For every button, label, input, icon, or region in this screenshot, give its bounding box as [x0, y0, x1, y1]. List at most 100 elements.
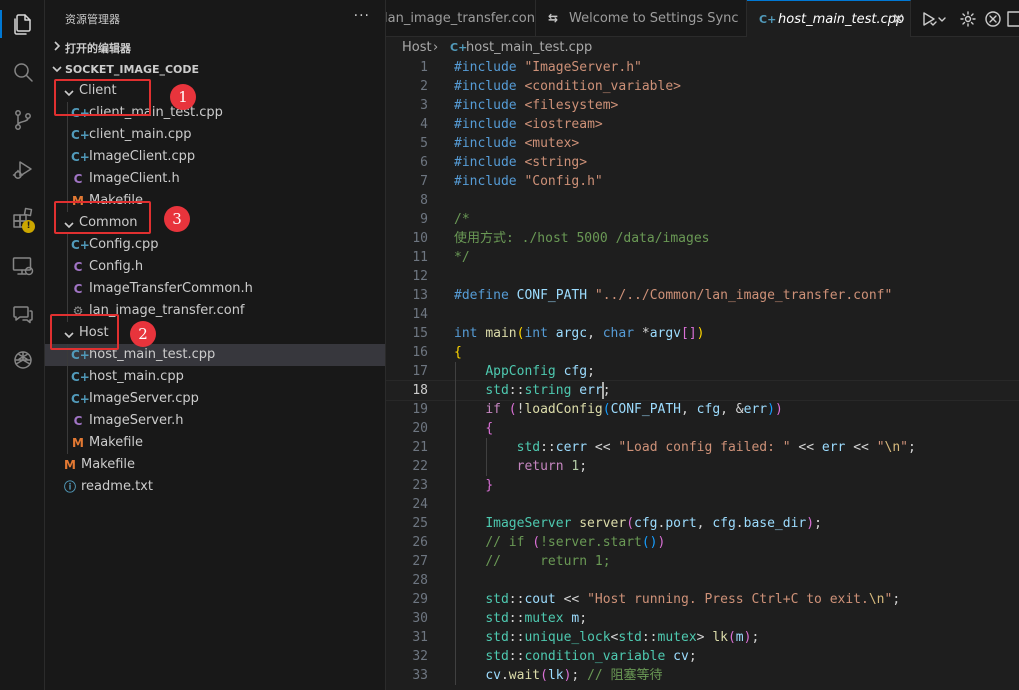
- run-icon[interactable]: [920, 10, 938, 28]
- code-line[interactable]: 26 // if (!server.start()): [386, 533, 1019, 552]
- close-tab-icon[interactable]: ✕: [892, 1, 905, 37]
- code-line[interactable]: 25 ImageServer server(cfg.port, cfg.base…: [386, 514, 1019, 533]
- code-token: "ImageServer.h": [524, 60, 642, 75]
- code-line[interactable]: 1 #include "ImageServer.h": [386, 58, 1019, 77]
- chevron-down-icon[interactable]: [937, 10, 947, 28]
- code-line[interactable]: 18 std::string err;: [386, 380, 1019, 401]
- tree-item-label: Config.cpp: [89, 237, 159, 252]
- code-line[interactable]: 5 #include <mutex>: [386, 134, 1019, 153]
- code-line[interactable]: 8: [386, 191, 1019, 210]
- code-token: ;: [751, 630, 760, 645]
- code-line[interactable]: 23 }: [386, 476, 1019, 495]
- chat-icon[interactable]: [0, 294, 45, 334]
- code-line[interactable]: 3 #include <filesystem>: [386, 96, 1019, 115]
- more-actions-icon[interactable]: ···: [354, 8, 370, 24]
- explorer-icon[interactable]: [0, 4, 45, 44]
- warning-badge-icon: !: [22, 220, 35, 233]
- line-number: 21: [412, 440, 428, 455]
- tree-file[interactable]: C ImageClient.h: [45, 168, 385, 190]
- tree-file[interactable]: C+ client_main.cpp: [45, 124, 385, 146]
- tab-label: lan_image_transfer.conf: [386, 11, 536, 26]
- code-token: // 阻塞等待: [587, 668, 663, 683]
- tree-file[interactable]: C+ ImageClient.cpp: [45, 146, 385, 168]
- code-line[interactable]: 31 std::unique_lock<std::mutex> lk(m);: [386, 628, 1019, 647]
- code-line[interactable]: 15 int main(int argc, char *argv[]): [386, 324, 1019, 343]
- code-line[interactable]: 24: [386, 495, 1019, 514]
- code-token: {: [454, 345, 462, 360]
- code-line[interactable]: 12: [386, 267, 1019, 286]
- code-line[interactable]: 6 #include <string>: [386, 153, 1019, 172]
- code-editor[interactable]: 1 #include "ImageServer.h" 2 #include <cond…: [386, 57, 1019, 690]
- code-line[interactable]: 21 std::cerr << "Load config failed: " <…: [386, 438, 1019, 457]
- code-line[interactable]: 2 #include <condition_variable>: [386, 77, 1019, 96]
- breadcrumb-separator: ›: [433, 40, 439, 55]
- gear-icon[interactable]: [959, 10, 977, 28]
- split-editor-icon[interactable]: [1007, 10, 1019, 28]
- code-text: std::unique_lock<std::mutex> lk(m);: [454, 628, 759, 647]
- code-line[interactable]: 22 return 1;: [386, 457, 1019, 476]
- code-token: err: [821, 440, 854, 455]
- tree-file[interactable]: C ImageTransferCommon.h: [45, 278, 385, 300]
- close-circle-icon[interactable]: [984, 10, 1002, 28]
- code-text: {: [454, 343, 462, 362]
- tree-file[interactable]: C+ host_main.cpp: [45, 366, 385, 388]
- code-line[interactable]: 19 if (!loadConfig(CONF_PATH, cfg, &err)…: [386, 400, 1019, 419]
- line-number: 28: [412, 573, 428, 588]
- code-line[interactable]: 14: [386, 305, 1019, 324]
- code-line[interactable]: 20 {: [386, 419, 1019, 438]
- tree-file[interactable]: C Config.h: [45, 256, 385, 278]
- code-line[interactable]: 29 std::cout << "Host running. Press Ctr…: [386, 590, 1019, 609]
- code-token: int: [454, 326, 486, 341]
- tab-host-main-test-cpp[interactable]: C+ host_main_test.cpp ✕: [747, 0, 911, 37]
- code-token: (: [532, 535, 541, 550]
- tree-file[interactable]: C+ Config.cpp: [45, 234, 385, 256]
- run-debug-icon[interactable]: [0, 150, 45, 190]
- code-line[interactable]: 9 /*: [386, 210, 1019, 229]
- tab-welcome-settings-sync[interactable]: ⇆ Welcome to Settings Sync: [536, 0, 747, 37]
- code-line[interactable]: 33 cv.wait(lk); // 阻塞等待: [386, 666, 1019, 685]
- code-line[interactable]: 27 // return 1;: [386, 552, 1019, 571]
- explorer-title: 资源管理器: [65, 13, 120, 26]
- remote-explorer-icon[interactable]: [0, 246, 45, 286]
- code-token: cfg: [696, 402, 721, 417]
- code-token: #include: [454, 155, 525, 170]
- tree-file[interactable]: C ImageServer.h: [45, 410, 385, 432]
- code-token: lk: [547, 668, 564, 683]
- tree-file[interactable]: M Makefile: [45, 454, 385, 476]
- code-token: CONF_PATH: [610, 402, 682, 417]
- makefile-icon: M: [72, 436, 84, 450]
- code-line[interactable]: 32 std::condition_variable cv;: [386, 647, 1019, 666]
- tab-lan-image-transfer-conf[interactable]: lan_image_transfer.conf: [386, 0, 536, 37]
- open-editors-section[interactable]: 打开的编辑器: [45, 36, 385, 58]
- code-line[interactable]: 4 #include <iostream>: [386, 115, 1019, 134]
- code-line[interactable]: 10 使用方式: ./host 5000 /data/images: [386, 229, 1019, 248]
- code-token: ": [900, 440, 908, 455]
- code-token: ): [806, 516, 815, 531]
- code-token: cv: [485, 668, 501, 683]
- source-control-icon[interactable]: [0, 100, 45, 140]
- line-number: 16: [412, 345, 428, 360]
- code-line[interactable]: 30 std::mutex m;: [386, 609, 1019, 628]
- code-line[interactable]: 11 */: [386, 248, 1019, 267]
- breadcrumb-folder[interactable]: Host: [402, 37, 432, 59]
- code-token: CONF_PATH: [516, 288, 595, 303]
- code-line[interactable]: 13 #define CONF_PATH "../../Common/lan_im…: [386, 286, 1019, 305]
- code-line[interactable]: 28: [386, 571, 1019, 590]
- openai-icon[interactable]: [0, 340, 45, 380]
- code-text: // return 1;: [454, 552, 610, 571]
- workspace-section[interactable]: SOCKET_IMAGE_CODE: [45, 59, 385, 81]
- tree-file[interactable]: C+ ImageServer.cpp: [45, 388, 385, 410]
- line-number: 8: [420, 193, 428, 208]
- tree-file[interactable]: M Makefile: [45, 432, 385, 454]
- code-token: ;: [579, 459, 588, 474]
- breadcrumb-file[interactable]: host_main_test.cpp: [466, 37, 592, 59]
- search-icon[interactable]: [0, 52, 45, 92]
- code-line[interactable]: 16 {: [386, 343, 1019, 362]
- tree-file[interactable]: ⓘ readme.txt: [45, 476, 385, 498]
- extensions-icon[interactable]: !: [0, 198, 45, 238]
- code-line[interactable]: 7 #include "Config.h": [386, 172, 1019, 191]
- code-line[interactable]: 17 AppConfig cfg;: [386, 362, 1019, 381]
